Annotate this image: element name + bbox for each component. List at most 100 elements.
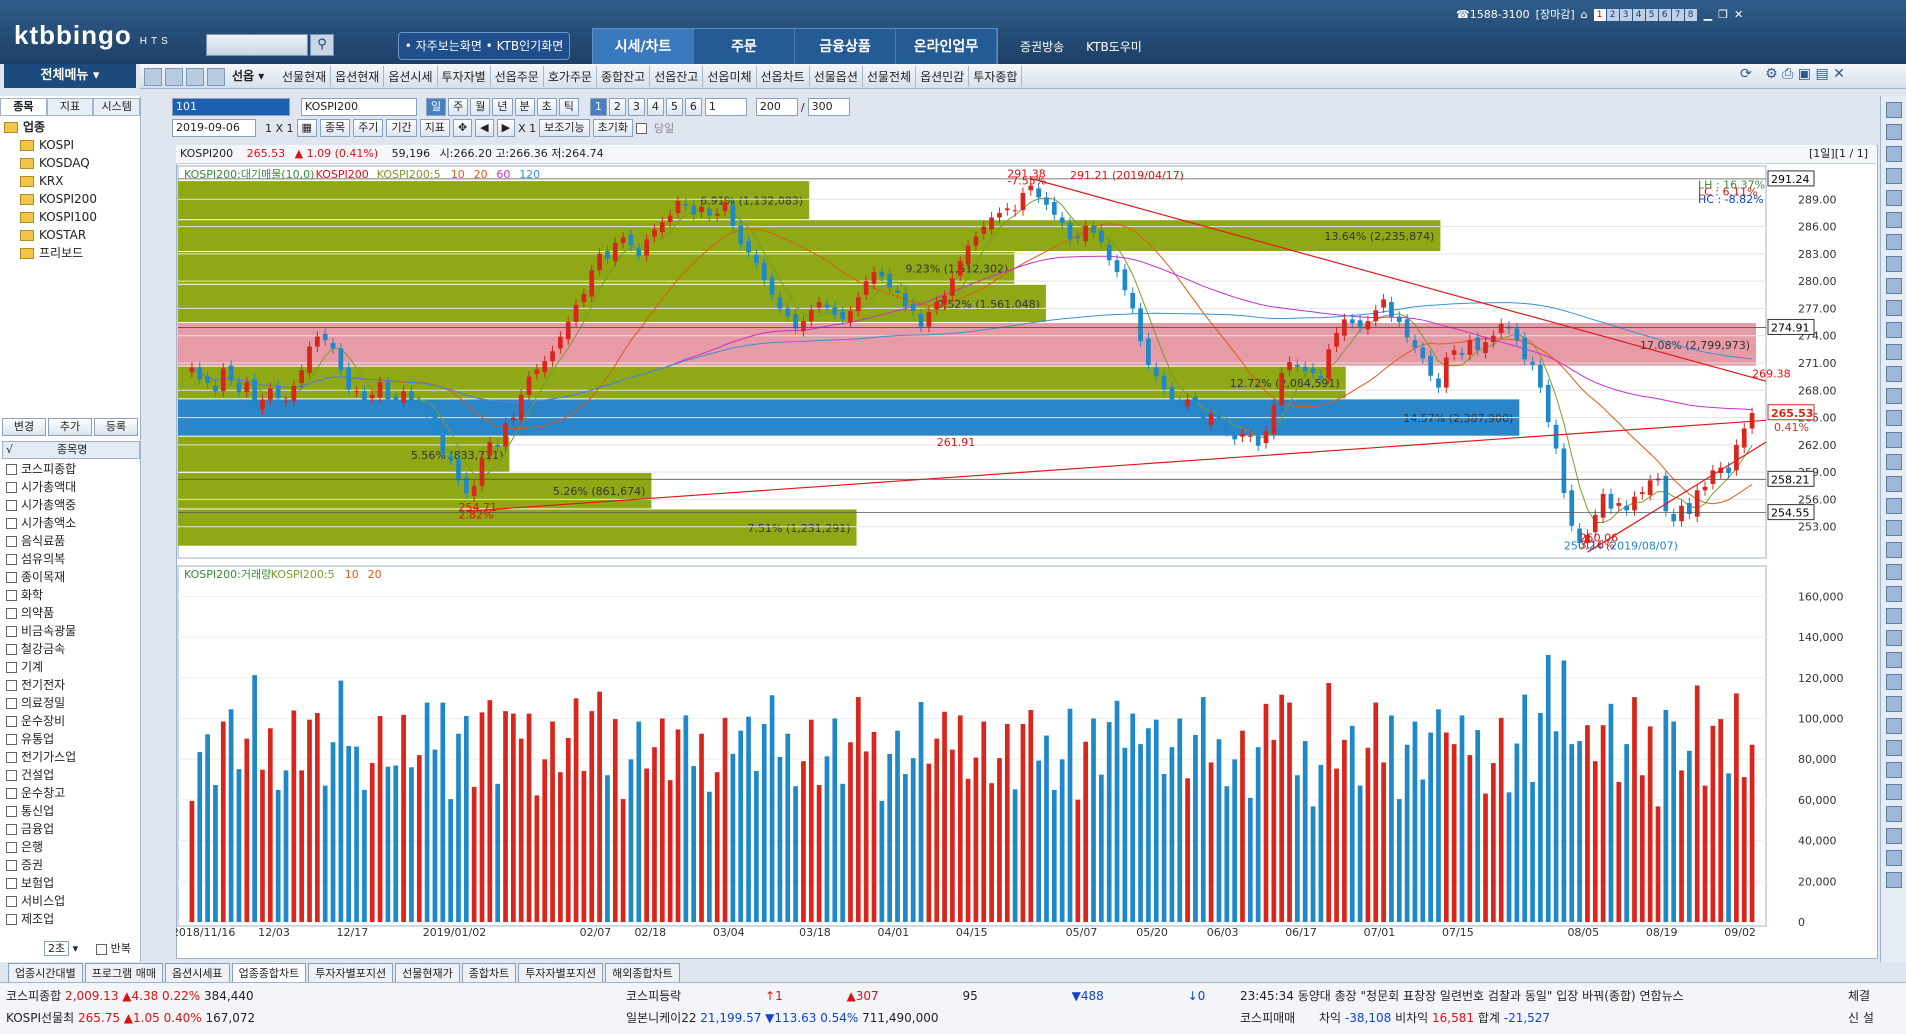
tree-root[interactable]: 업종 [4, 118, 97, 136]
item-checkbox[interactable] [6, 572, 17, 583]
tab-investor-position[interactable]: 투자자별포지션 [308, 963, 394, 983]
list-item[interactable]: 운수장비 [6, 712, 76, 730]
chart-tool-icon[interactable] [1886, 872, 1902, 888]
item-checkbox[interactable] [6, 608, 17, 619]
search-icon[interactable]: ⚲ [310, 34, 334, 56]
settle-button[interactable]: 체결 [1848, 987, 1870, 1004]
nav-online[interactable]: 온라인업무 [896, 29, 997, 65]
symbol-button[interactable]: 종목 [319, 119, 351, 137]
list-item[interactable]: 시가총액대 [6, 478, 76, 496]
item-checkbox[interactable] [6, 644, 17, 655]
screen-number-6[interactable]: 6 [1658, 9, 1671, 21]
menu-tab[interactable]: 투자자별 [438, 66, 491, 87]
list-item[interactable]: 종이목재 [6, 568, 76, 586]
sync-checkbox[interactable] [635, 122, 647, 134]
item-checkbox[interactable] [6, 518, 17, 529]
tree-item[interactable]: 프리보드 [20, 244, 97, 262]
view-count-input[interactable]: 200 [755, 98, 798, 116]
print-icon[interactable]: ⎙ [1782, 66, 1793, 82]
tree-item[interactable]: KOSPI200 [20, 190, 97, 208]
tab-indicators[interactable]: 지표 [46, 98, 94, 116]
nav-order[interactable]: 주문 [694, 29, 795, 65]
chart-tool-icon[interactable] [1886, 828, 1902, 844]
screen-number-1[interactable]: 1 [1593, 9, 1606, 21]
register-button[interactable]: 등록 [94, 418, 138, 436]
item-checkbox[interactable] [6, 680, 17, 691]
list-item[interactable]: 전기가스업 [6, 748, 76, 766]
restore-icon[interactable]: ❐ [1718, 8, 1728, 21]
ticker-kospi-updown[interactable]: 코스피등락 ↑1 ▲307 95 ▼488 ↓0 [626, 987, 1205, 1004]
tab-total-chart[interactable]: 종합차트 [461, 963, 517, 983]
chart-tool-icon[interactable] [1886, 608, 1902, 624]
screen-number-8[interactable]: 8 [1684, 9, 1697, 21]
chart-tool-icon[interactable] [1886, 542, 1902, 558]
item-checkbox[interactable] [6, 752, 17, 763]
tab-program-trading[interactable]: 프로그램 매매 [84, 963, 163, 983]
window-icon[interactable]: ▤ [1815, 66, 1828, 82]
screen-number-4[interactable]: 4 [1632, 9, 1645, 21]
interval-button[interactable]: 2 [608, 98, 626, 116]
item-checkbox[interactable] [6, 914, 17, 925]
refresh-icon[interactable]: ⟳ [1740, 66, 1752, 82]
interval-button[interactable]: 1 [589, 98, 607, 116]
item-checkbox[interactable] [6, 500, 17, 511]
item-checkbox[interactable] [6, 842, 17, 853]
total-count-input[interactable]: 300 [807, 98, 850, 116]
aux-function-button[interactable]: 보조기능 [539, 119, 590, 137]
ticker-news[interactable]: 23:45:34 동양대 총장 "청문회 표창장 일련번호 검찰과 동일" 입장… [1240, 987, 1684, 1004]
menu-tab[interactable]: 선물옵션 [810, 66, 863, 87]
chart-tool-icon[interactable] [1886, 190, 1902, 206]
price-volume-chart[interactable]: 6.91% (1,132,083) 13.64% (2,235,874) 9.23%… [176, 164, 1876, 957]
item-checkbox[interactable] [6, 626, 17, 637]
period-button[interactable]: 주 [448, 98, 469, 116]
chart-tool-icon[interactable] [1886, 498, 1902, 514]
tree-item[interactable]: KRX [20, 172, 97, 190]
list-item[interactable]: 제조업 [6, 910, 76, 928]
list-item[interactable]: 의료정밀 [6, 694, 76, 712]
help-link[interactable]: KTB도우미 [1086, 38, 1142, 55]
chart-tool-icon[interactable] [1886, 586, 1902, 602]
broadcast-link[interactable]: 증권방송 [1020, 38, 1064, 55]
chart-tool-icon[interactable] [1886, 806, 1902, 822]
interval-button[interactable]: 4 [646, 98, 664, 116]
favorite-screens-button[interactable]: • 자주보는화면 • KTB인기화면 [398, 32, 570, 60]
menu-tab[interactable]: 투자종합 [969, 66, 1023, 87]
settings-icon[interactable]: ⚙ [1765, 66, 1778, 82]
chart-tool-icon[interactable] [1886, 630, 1902, 646]
item-checkbox[interactable] [6, 770, 17, 781]
item-checkbox[interactable] [6, 464, 17, 475]
chart-tool-icon[interactable] [1886, 740, 1902, 756]
item-checkbox[interactable] [6, 860, 17, 871]
list-item[interactable]: 의약품 [6, 604, 76, 622]
next-icon[interactable]: ▶ [496, 119, 516, 137]
list-item[interactable]: 비금속광물 [6, 622, 76, 640]
menu-tab[interactable]: 옵션시세 [384, 66, 438, 87]
minimize-icon[interactable]: ▁ [1704, 8, 1712, 21]
close-icon[interactable]: ✕ [1833, 66, 1845, 82]
ticker-kospi-futures[interactable]: KOSPI선물최 265.75 ▲1.05 0.40% 167,072 [6, 1009, 255, 1026]
chart-tool-icon[interactable] [1886, 762, 1902, 778]
menu-category-select[interactable]: 선옵 ▾ [232, 67, 264, 84]
chart-tool-icon[interactable] [1886, 476, 1902, 492]
ticker-nikkei[interactable]: 일본니케이22 21,199.57 ▼113.63 0.54% 711,490,… [626, 1009, 939, 1026]
add-button[interactable]: 추가 [48, 418, 92, 436]
tab-stocks[interactable]: 종목 [0, 98, 47, 116]
chart-tool-icon[interactable] [1886, 718, 1902, 734]
refresh-interval-select[interactable]: 2초 [44, 941, 70, 956]
grid-button[interactable]: ▦ [296, 119, 317, 137]
new-button[interactable]: 신 설 [1848, 1009, 1874, 1026]
item-checkbox[interactable] [6, 896, 17, 907]
interval-button[interactable]: 6 [684, 98, 702, 116]
chart-tool-icon[interactable] [1886, 366, 1902, 382]
menu-tab[interactable]: 선옵잔고 [650, 66, 704, 87]
chart-tool-icon[interactable] [1886, 432, 1902, 448]
code-input[interactable]: 101 [172, 98, 290, 116]
list-item[interactable]: 건설업 [6, 766, 76, 784]
chart-tool-icon[interactable] [1886, 300, 1902, 316]
screen-number-3[interactable]: 3 [1619, 9, 1632, 21]
chart-tool-icon[interactable] [1886, 784, 1902, 800]
lock-icon[interactable]: ▣ [1798, 66, 1811, 82]
menu-tab[interactable]: 선옵미체 [703, 66, 757, 87]
item-checkbox[interactable] [6, 662, 17, 673]
period-button[interactable]: 월 [470, 98, 491, 116]
